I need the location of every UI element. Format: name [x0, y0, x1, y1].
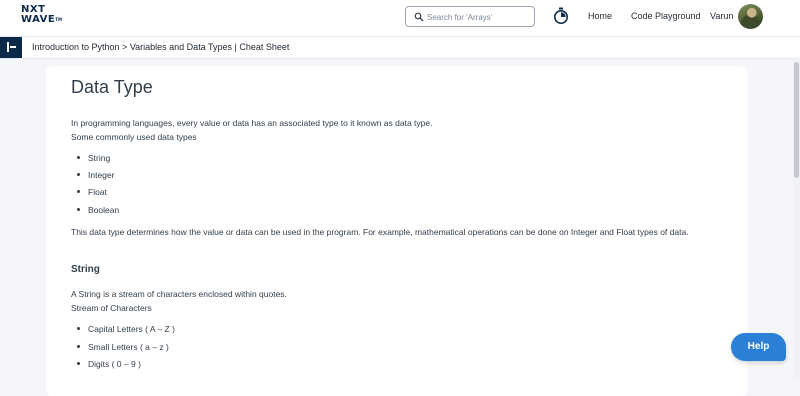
- list-item-text: Capital Letters ( A – Z ): [88, 324, 175, 334]
- page-title: Data Type: [71, 77, 153, 97]
- top-navbar: NXT WAVETM Home Code Playground Varun: [0, 0, 800, 37]
- breadcrumb[interactable]: Introduction to Python > Variables and D…: [32, 42, 289, 52]
- usage-paragraph: This data type determines how the value …: [71, 227, 689, 237]
- timer-icon[interactable]: [553, 7, 569, 25]
- bullet: [77, 327, 80, 331]
- bullet: [77, 345, 80, 349]
- intro-text: In programming languages, every value or…: [71, 118, 433, 128]
- list-item-text: Integer: [88, 170, 115, 180]
- list-item: Float: [77, 187, 107, 197]
- help-button[interactable]: Help: [731, 333, 786, 361]
- breadcrumb-bar: Introduction to Python > Variables and D…: [0, 37, 800, 59]
- list-item: String: [77, 153, 110, 163]
- logo-line-2: WAVE: [21, 14, 56, 25]
- nxtwave-logo[interactable]: NXT WAVETM: [21, 5, 62, 25]
- intro-subtext: Some commonly used data types: [71, 132, 197, 142]
- scrollbar-thumb[interactable]: [794, 62, 799, 178]
- search-icon: [414, 12, 424, 22]
- list-item-text: Float: [88, 187, 107, 197]
- string-description: A String is a stream of characters enclo…: [71, 289, 287, 299]
- bullet: [77, 173, 80, 177]
- sidebar-toggle-icon: [7, 42, 9, 52]
- bullet: [77, 156, 80, 160]
- bullet: [77, 190, 80, 194]
- search-input[interactable]: [427, 10, 531, 24]
- nav-code-playground-link[interactable]: Code Playground: [631, 11, 701, 21]
- bullet: [77, 362, 80, 366]
- string-subtext: Stream of Characters: [71, 303, 152, 313]
- section-heading-string: String: [71, 264, 100, 275]
- avatar[interactable]: [738, 4, 763, 29]
- list-item-text: Boolean: [88, 205, 120, 215]
- list-item: Boolean: [77, 205, 119, 215]
- list-item-text: String: [88, 153, 111, 163]
- bullet: [77, 208, 80, 212]
- sidebar-toggle-icon-part: [10, 46, 16, 48]
- content-card: Data Type In programming languages, ever…: [46, 66, 747, 396]
- list-item: Digits ( 0 – 9 ): [77, 359, 141, 369]
- list-item-text: Small Letters ( a – z ): [88, 342, 169, 352]
- sidebar-toggle-button[interactable]: [0, 37, 22, 58]
- list-item: Capital Letters ( A – Z ): [77, 324, 175, 334]
- search-box[interactable]: [405, 6, 535, 27]
- list-item: Integer: [77, 170, 114, 180]
- user-name[interactable]: Varun: [710, 11, 733, 21]
- logo-tm: TM: [55, 17, 62, 22]
- nav-home-link[interactable]: Home: [588, 11, 612, 21]
- list-item: Small Letters ( a – z ): [77, 342, 169, 352]
- list-item-text: Digits ( 0 – 9 ): [88, 359, 141, 369]
